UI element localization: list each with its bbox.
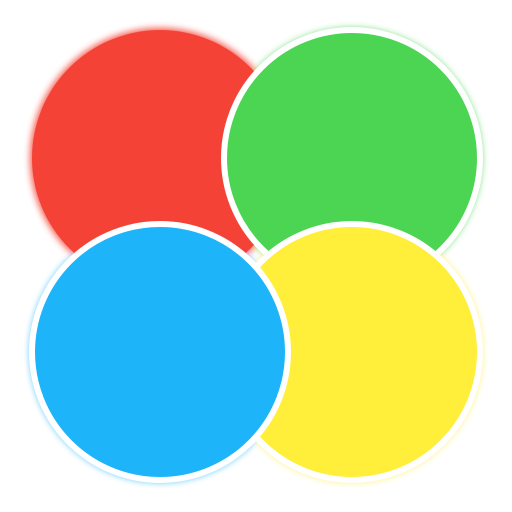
circles	[29, 27, 483, 483]
four-circle-logo-icon	[29, 27, 483, 483]
blue-circle	[29, 221, 291, 483]
app-icon	[0, 0, 512, 512]
